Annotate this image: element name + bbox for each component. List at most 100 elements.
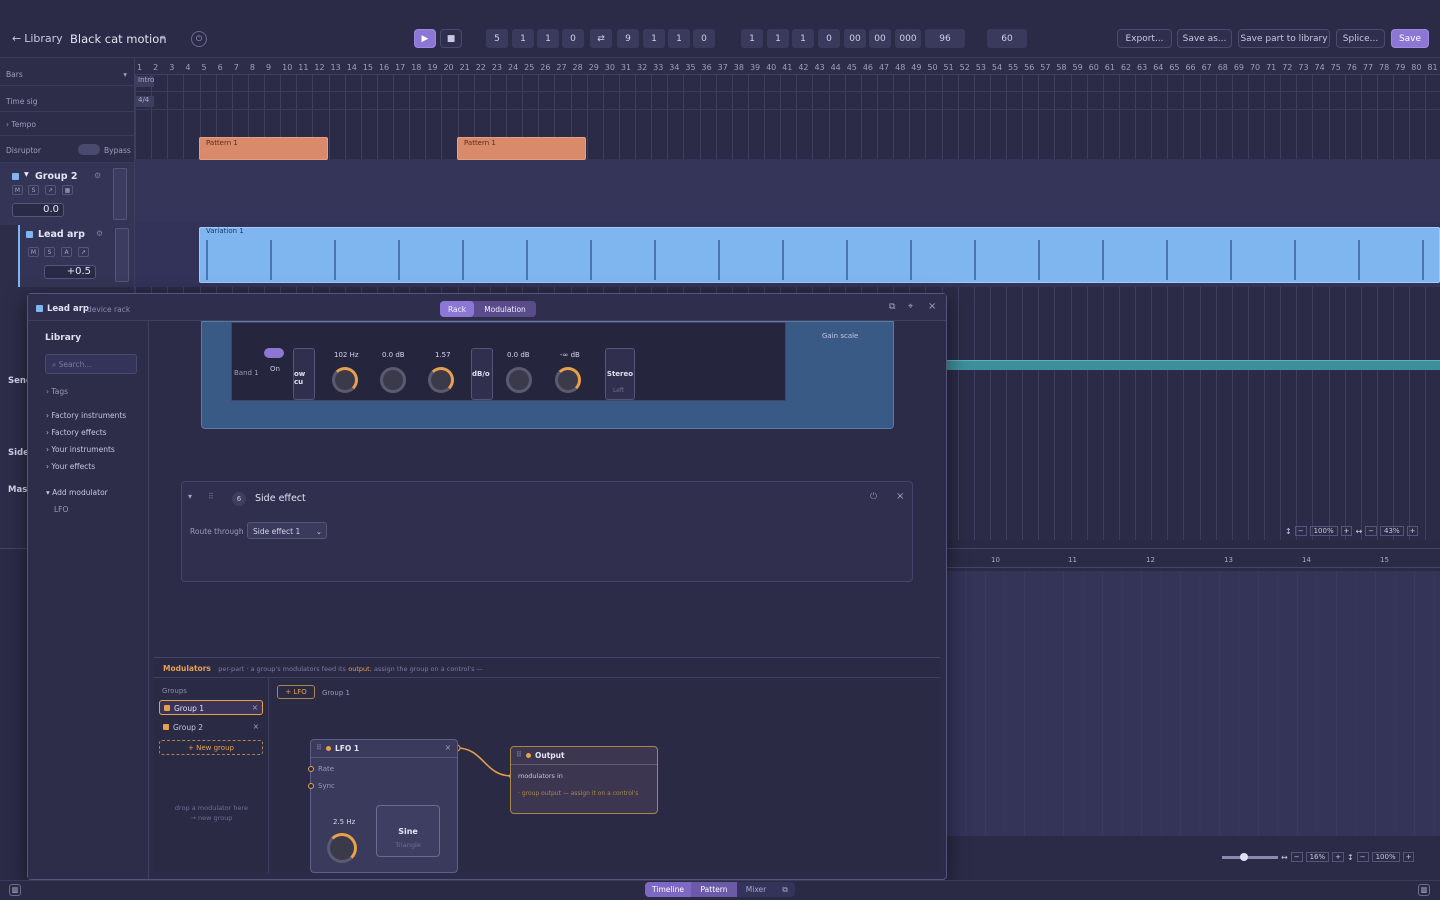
- intro-marker[interactable]: Intro: [136, 76, 154, 87]
- pattern-ruler[interactable]: 10 11 12 13 14 15: [946, 554, 1440, 568]
- gear-icon[interactable]: ⚙: [94, 171, 101, 180]
- export-button[interactable]: Export...: [1117, 29, 1172, 48]
- counter-c-8[interactable]: 96: [925, 29, 965, 48]
- lfo-node-header[interactable]: ⠿ LFO 1 ×: [311, 740, 457, 758]
- output-node[interactable]: ⠿ Output modulators in · group output — a…: [510, 746, 658, 814]
- tempo-row[interactable]: › Tempo: [0, 112, 135, 136]
- tab-timeline[interactable]: Timeline: [645, 882, 691, 897]
- zoom-out-button[interactable]: −: [1356, 852, 1369, 862]
- lib-item-lfo[interactable]: LFO: [54, 505, 68, 514]
- back-to-library-link[interactable]: ← Library: [12, 32, 63, 45]
- add-lfo-button[interactable]: + LFO: [277, 685, 315, 699]
- zoom-slider[interactable]: [1222, 852, 1278, 861]
- zoom-out-button[interactable]: −: [1365, 526, 1378, 536]
- sidebar-toggle-icon[interactable]: ▥: [9, 884, 21, 896]
- pattern-clip[interactable]: Pattern 1: [199, 137, 328, 160]
- gear-icon[interactable]: ⚙: [96, 229, 103, 238]
- pattern-grid[interactable]: [946, 571, 1440, 836]
- send-clip[interactable]: [945, 360, 1440, 370]
- search-input[interactable]: ⌕ Search...: [45, 354, 137, 374]
- tags-toggle[interactable]: › Tags: [46, 387, 68, 396]
- lib-item-your-instruments[interactable]: › Your instruments: [46, 445, 115, 454]
- tab-rack[interactable]: Rack: [440, 301, 474, 317]
- threshold-knob[interactable]: [555, 367, 581, 393]
- counter-c-1[interactable]: 1: [741, 29, 763, 48]
- lib-item-your-effects[interactable]: › Your effects: [46, 462, 95, 471]
- timeline-ruler[interactable]: 1 2 3 4 5 6 7 8 9 10 11 12 13 14 15 16 17 18 19 20 21 22 23 24 2…: [135, 58, 1440, 75]
- drag-handle-icon[interactable]: ⠿: [208, 492, 214, 501]
- popout-icon[interactable]: ⧉: [775, 882, 795, 897]
- counter-c-6[interactable]: 00: [869, 29, 891, 48]
- side-track-label[interactable]: Side: [8, 448, 29, 458]
- solo-button[interactable]: S: [28, 185, 39, 195]
- tab-mixer[interactable]: Mixer: [737, 882, 775, 897]
- horizontal-zoom-value[interactable]: 16%: [1305, 852, 1330, 862]
- counter-b-1[interactable]: 9: [617, 29, 639, 48]
- collapse-icon[interactable]: ▾: [188, 492, 192, 501]
- q-knob[interactable]: [428, 367, 454, 393]
- group-item-2[interactable]: Group 2 ×: [159, 720, 263, 735]
- lfo-node[interactable]: ⠿ LFO 1 × Rate Sync 2.5 Hz Sine Triangle: [308, 739, 458, 873]
- zoom-in-button[interactable]: +: [1406, 526, 1419, 536]
- route-through-select[interactable]: Side effect 1 ⌄: [247, 522, 327, 539]
- save-button[interactable]: Save: [1391, 29, 1429, 48]
- close-icon[interactable]: ×: [445, 743, 451, 752]
- counter-c-7[interactable]: 000: [895, 29, 921, 48]
- zoom-in-button[interactable]: +: [1340, 526, 1353, 536]
- counter-a-3[interactable]: 1: [537, 29, 559, 48]
- group2-header[interactable]: ▾ Group 2 ⚙ M S ↗ ▦ 0.0: [0, 163, 134, 225]
- lfo-waveform-selector[interactable]: Sine Triangle: [376, 805, 440, 857]
- tempo-field[interactable]: 60: [987, 29, 1027, 48]
- new-group-button[interactable]: + New group: [159, 740, 263, 755]
- vertical-zoom-value[interactable]: 100%: [1309, 526, 1338, 536]
- zoom-in-button[interactable]: +: [1402, 852, 1415, 862]
- zoom-out-button[interactable]: −: [1294, 526, 1307, 536]
- chevron-down-icon[interactable]: ▾: [161, 33, 165, 42]
- close-icon[interactable]: ×: [928, 301, 936, 312]
- arm-button[interactable]: A: [61, 247, 72, 257]
- close-icon[interactable]: ×: [896, 491, 904, 502]
- slope-selector[interactable]: dB/o: [471, 348, 493, 400]
- pin-icon[interactable]: ⌖: [908, 302, 913, 312]
- gain-knob[interactable]: [380, 367, 406, 393]
- counter-a-2[interactable]: 1: [512, 29, 534, 48]
- panel-toggle-icon[interactable]: ▥: [1418, 884, 1430, 896]
- counter-a-4[interactable]: 0: [562, 29, 584, 48]
- band-on-toggle[interactable]: [264, 348, 284, 358]
- counter-c-4[interactable]: 0: [818, 29, 840, 48]
- vertical-zoom-value[interactable]: 100%: [1371, 852, 1400, 862]
- group-item-1[interactable]: Group 1 ×: [159, 700, 263, 715]
- low-cut-selector[interactable]: ow cu: [293, 348, 315, 400]
- loop-button[interactable]: ⇄: [590, 29, 612, 48]
- counter-b-3[interactable]: 1: [668, 29, 690, 48]
- power-icon[interactable]: ⏻: [870, 492, 877, 502]
- group2-label[interactable]: Group 2: [35, 171, 78, 182]
- leadarp-volume[interactable]: +0.5: [44, 265, 96, 279]
- add-modulator-toggle[interactable]: ▾ Add modulator: [46, 488, 108, 497]
- grid-button[interactable]: ▦: [62, 185, 73, 195]
- close-icon[interactable]: ×: [252, 703, 258, 712]
- popout-icon[interactable]: ⧉: [889, 302, 895, 312]
- variation-clip[interactable]: Variation 1: [199, 227, 1440, 283]
- power-icon[interactable]: ⏻: [191, 31, 207, 47]
- stop-button[interactable]: ■: [440, 29, 462, 48]
- leadarp-label[interactable]: Lead arp: [38, 229, 85, 240]
- save-as-button[interactable]: Save as...: [1177, 29, 1232, 48]
- play-button[interactable]: ▶: [414, 29, 436, 48]
- counter-b-4[interactable]: 0: [693, 29, 715, 48]
- rate-input-port[interactable]: [308, 766, 314, 772]
- counter-b-2[interactable]: 1: [643, 29, 665, 48]
- tab-modulation[interactable]: Modulation: [474, 301, 536, 317]
- leadarp-header[interactable]: Lead arp ⚙ M S A ↗ +0.5: [18, 225, 134, 287]
- lib-item-factory-instruments[interactable]: › Factory instruments: [46, 411, 126, 420]
- output-gain-knob[interactable]: [506, 367, 532, 393]
- route-button[interactable]: ↗: [78, 247, 89, 257]
- route-button[interactable]: ↗: [45, 185, 56, 195]
- mute-button[interactable]: M: [12, 185, 23, 195]
- chevron-down-icon[interactable]: ▾: [24, 169, 29, 180]
- bypass-toggle[interactable]: [78, 144, 100, 155]
- sync-input-port[interactable]: [308, 783, 314, 789]
- project-title[interactable]: Black cat motion: [70, 32, 167, 46]
- group2-volume[interactable]: 0.0: [12, 203, 64, 217]
- lfo-rate-knob[interactable]: [327, 833, 357, 863]
